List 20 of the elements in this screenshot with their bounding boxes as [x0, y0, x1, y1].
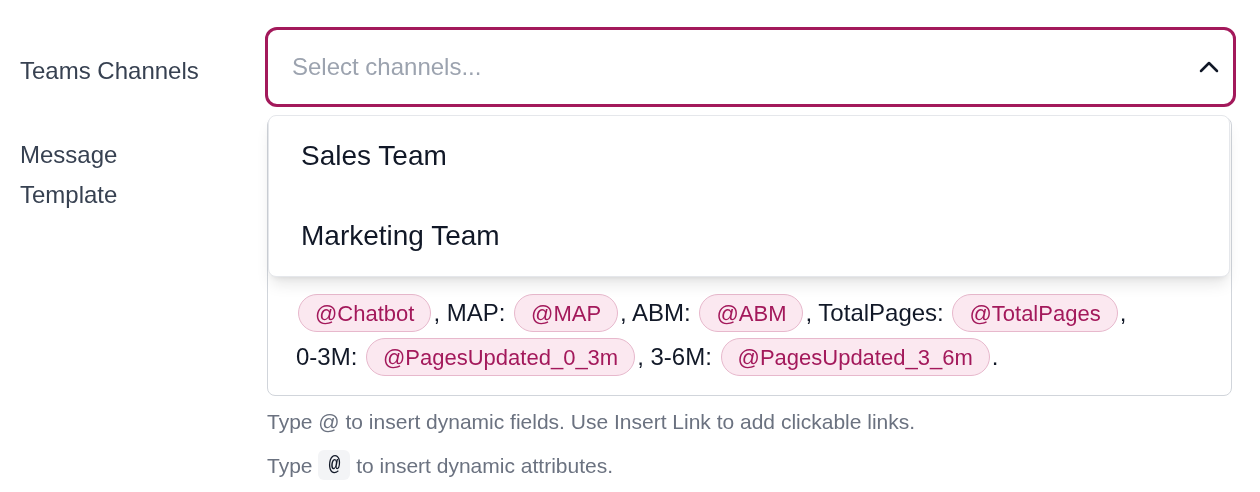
- field-chip: @TotalPages: [952, 294, 1118, 332]
- field-chip: @Chatbot: [298, 294, 432, 332]
- field-chip: @PagesUpdated_0_3m: [366, 338, 636, 376]
- placeholder-text: Select channels...: [292, 52, 482, 82]
- template-text: , MAP:: [433, 298, 507, 328]
- hint-text: Type @ to insert dynamic fields. Use Insert Link to add clickable links.: [267, 409, 917, 435]
- hint-text: to insert dynamic attributes.: [355, 452, 613, 479]
- field-chip: @PagesUpdated_3_6m: [720, 338, 990, 376]
- field-chip: @MAP: [514, 294, 619, 332]
- template-text: , ABM:: [620, 298, 692, 328]
- template-text: .: [991, 342, 999, 372]
- field-chip: @ABM: [699, 294, 804, 332]
- key-code: @: [318, 450, 351, 481]
- field-label: Teams Channels: [20, 57, 199, 84]
- template-text: , 3-6M:: [637, 342, 713, 372]
- field-label: Message Template: [20, 140, 119, 210]
- hint-text: Type: [267, 452, 314, 479]
- template-text: , TotalPages:: [805, 298, 945, 328]
- template-text: ,: [1119, 298, 1127, 328]
- template-text: 0-3M:: [296, 342, 359, 372]
